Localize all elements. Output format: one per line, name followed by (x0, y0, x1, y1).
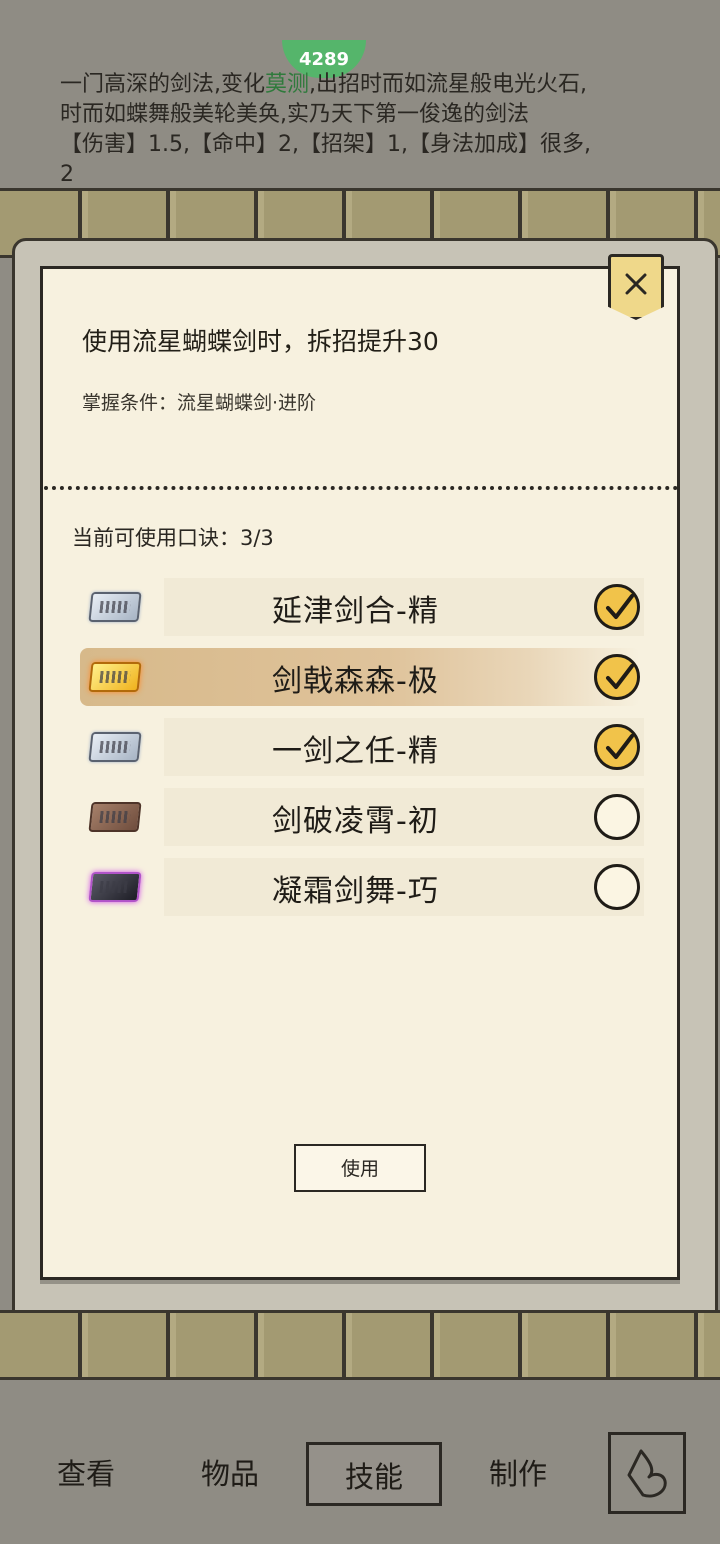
mantra-label: 凝霜剑舞-巧 (272, 874, 439, 909)
tab-crafting[interactable]: 制作 (458, 1442, 578, 1506)
checkmark-icon (606, 594, 634, 619)
mantra-row[interactable]: 剑戟森森-极 (80, 642, 660, 712)
background-text-segment: ,出招时而如流星般电光火石, (309, 72, 588, 97)
usable-count: 当前可使用口诀：3/3 (72, 526, 274, 550)
tab-items[interactable]: 物品 (170, 1442, 290, 1506)
effect-description: 使用流星蝴蝶剑时，拆招提升30 (82, 327, 439, 356)
mastery-condition: 掌握条件：流星蝴蝶剑·进阶 (82, 392, 317, 414)
background-text-line: 2 (60, 160, 700, 190)
close-button[interactable] (608, 254, 664, 320)
background-text-segment: 2 (60, 162, 74, 187)
back-button[interactable] (608, 1432, 686, 1514)
checkmark-icon (606, 664, 634, 689)
mantra-checkbox[interactable] (594, 654, 640, 700)
mantra-token-icon (88, 732, 142, 762)
background-text-line: 时而如蝶舞般美轮美奂,实乃天下第一俊逸的剑法 (60, 100, 700, 130)
tab-view[interactable]: 查看 (26, 1442, 146, 1506)
mantra-row[interactable]: 剑破凌霄-初 (80, 782, 660, 852)
mantra-token-icon (88, 872, 142, 902)
mantra-checkbox[interactable] (594, 864, 640, 910)
back-arrow-icon (627, 1449, 667, 1498)
tab-skills[interactable]: 技能 (306, 1442, 442, 1506)
mantra-label: 剑破凌霄-初 (272, 804, 439, 839)
mantra-label: 延津剑合-精 (272, 594, 439, 629)
mantra-checkbox[interactable] (594, 584, 640, 630)
mantra-token-icon (88, 662, 142, 692)
mantra-token-icon (88, 802, 142, 832)
mantra-row[interactable]: 延津剑合-精 (80, 572, 660, 642)
background-text-segment: 一门高深的剑法,变化 (60, 72, 265, 97)
dotted-divider (44, 486, 678, 490)
background-text-line: 一门高深的剑法,变化莫测,出招时而如流星般电光火石, (60, 70, 700, 100)
mantra-list: 延津剑合-精 剑戟森森-极 一剑之任-精 剑破凌霄-初 凝霜剑舞-巧 (80, 572, 660, 922)
background-text-segment: 时而如蝶舞般美轮美奂,实乃天下第一俊逸的剑法 (60, 102, 529, 127)
use-button[interactable]: 使用 (294, 1144, 426, 1192)
mantra-checkbox[interactable] (594, 794, 640, 840)
mantra-row[interactable]: 凝霜剑舞-巧 (80, 852, 660, 922)
close-icon (625, 273, 647, 295)
mantra-label: 一剑之任-精 (272, 734, 439, 769)
background-text-segment: 莫测 (265, 72, 310, 97)
mantra-label: 剑戟森森-极 (272, 664, 439, 699)
checkmark-icon (606, 734, 634, 759)
mantra-row[interactable]: 一剑之任-精 (80, 712, 660, 782)
mantra-checkbox[interactable] (594, 724, 640, 770)
scroll-roll-bottom (0, 1310, 720, 1380)
bottom-tab-bar: 查看 物品 技能 制作 (0, 1420, 720, 1530)
background-text-segment: 【伤害】1.5,【命中】2,【招架】1,【身法加成】很多, (60, 132, 591, 157)
mantra-token-icon (88, 592, 142, 622)
background-text-line: 【伤害】1.5,【命中】2,【招架】1,【身法加成】很多, (60, 130, 700, 160)
